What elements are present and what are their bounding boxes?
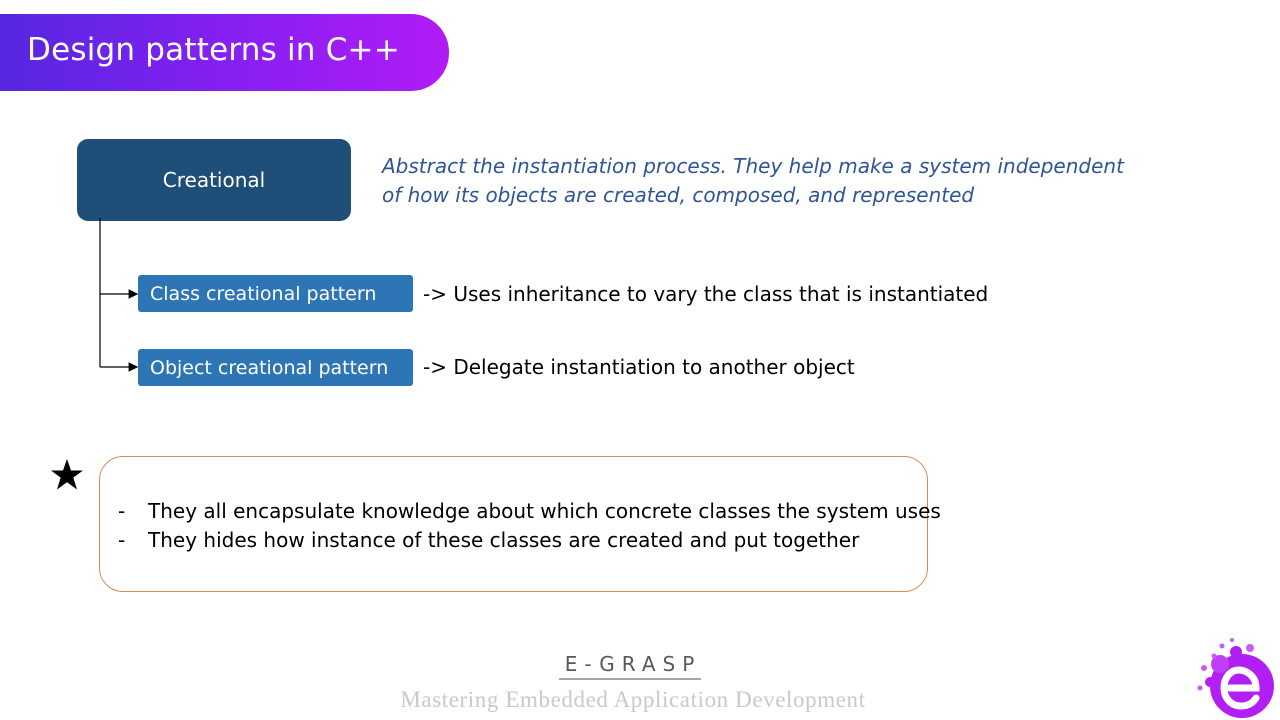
- e-grasp-logo-icon: [1197, 638, 1274, 718]
- footer-tagline: Mastering Embedded Application Developme…: [400, 687, 866, 712]
- summary-list-item: - They all encapsulate knowledge about w…: [118, 497, 941, 526]
- bullet-dash: -: [118, 528, 126, 552]
- summary-list-item: - They hides how instance of these class…: [118, 526, 941, 555]
- star-icon: [51, 459, 83, 490]
- slide-title: Design patterns in C++: [27, 32, 400, 68]
- title-banner: Design patterns in C++: [0, 14, 449, 91]
- object-creational-pattern-label: Object creational pattern: [150, 356, 389, 379]
- creational-description: Abstract the instantiation process. They…: [382, 152, 1142, 210]
- object-creational-pattern-description: -> Delegate instantiation to another obj…: [423, 355, 855, 379]
- class-creational-pattern-description: -> Uses inheritance to vary the class th…: [423, 282, 989, 306]
- creational-description-line-1: Abstract the instantiation process. They…: [382, 154, 1124, 178]
- creational-description-line-2: of how its objects are created, composed…: [382, 183, 975, 207]
- bullet-dash: -: [118, 499, 126, 523]
- footer-brand-text: E-GRASP: [558, 652, 702, 680]
- summary-note-box: - They all encapsulate knowledge about w…: [99, 456, 941, 592]
- summary-item-text: They all encapsulate knowledge about whi…: [148, 499, 941, 523]
- footer-brand: E-GRASP: [0, 652, 1260, 680]
- creational-node-label: Creational: [162, 168, 266, 192]
- summary-list: - They all encapsulate knowledge about w…: [118, 497, 941, 555]
- class-creational-pattern-label: Class creational pattern: [150, 282, 377, 305]
- summary-item-text: They hides how instance of these classes…: [148, 528, 860, 552]
- class-creational-pattern-node: Class creational pattern: [138, 275, 413, 312]
- creational-node: Creational: [77, 139, 351, 221]
- object-creational-pattern-node: Object creational pattern: [138, 349, 413, 386]
